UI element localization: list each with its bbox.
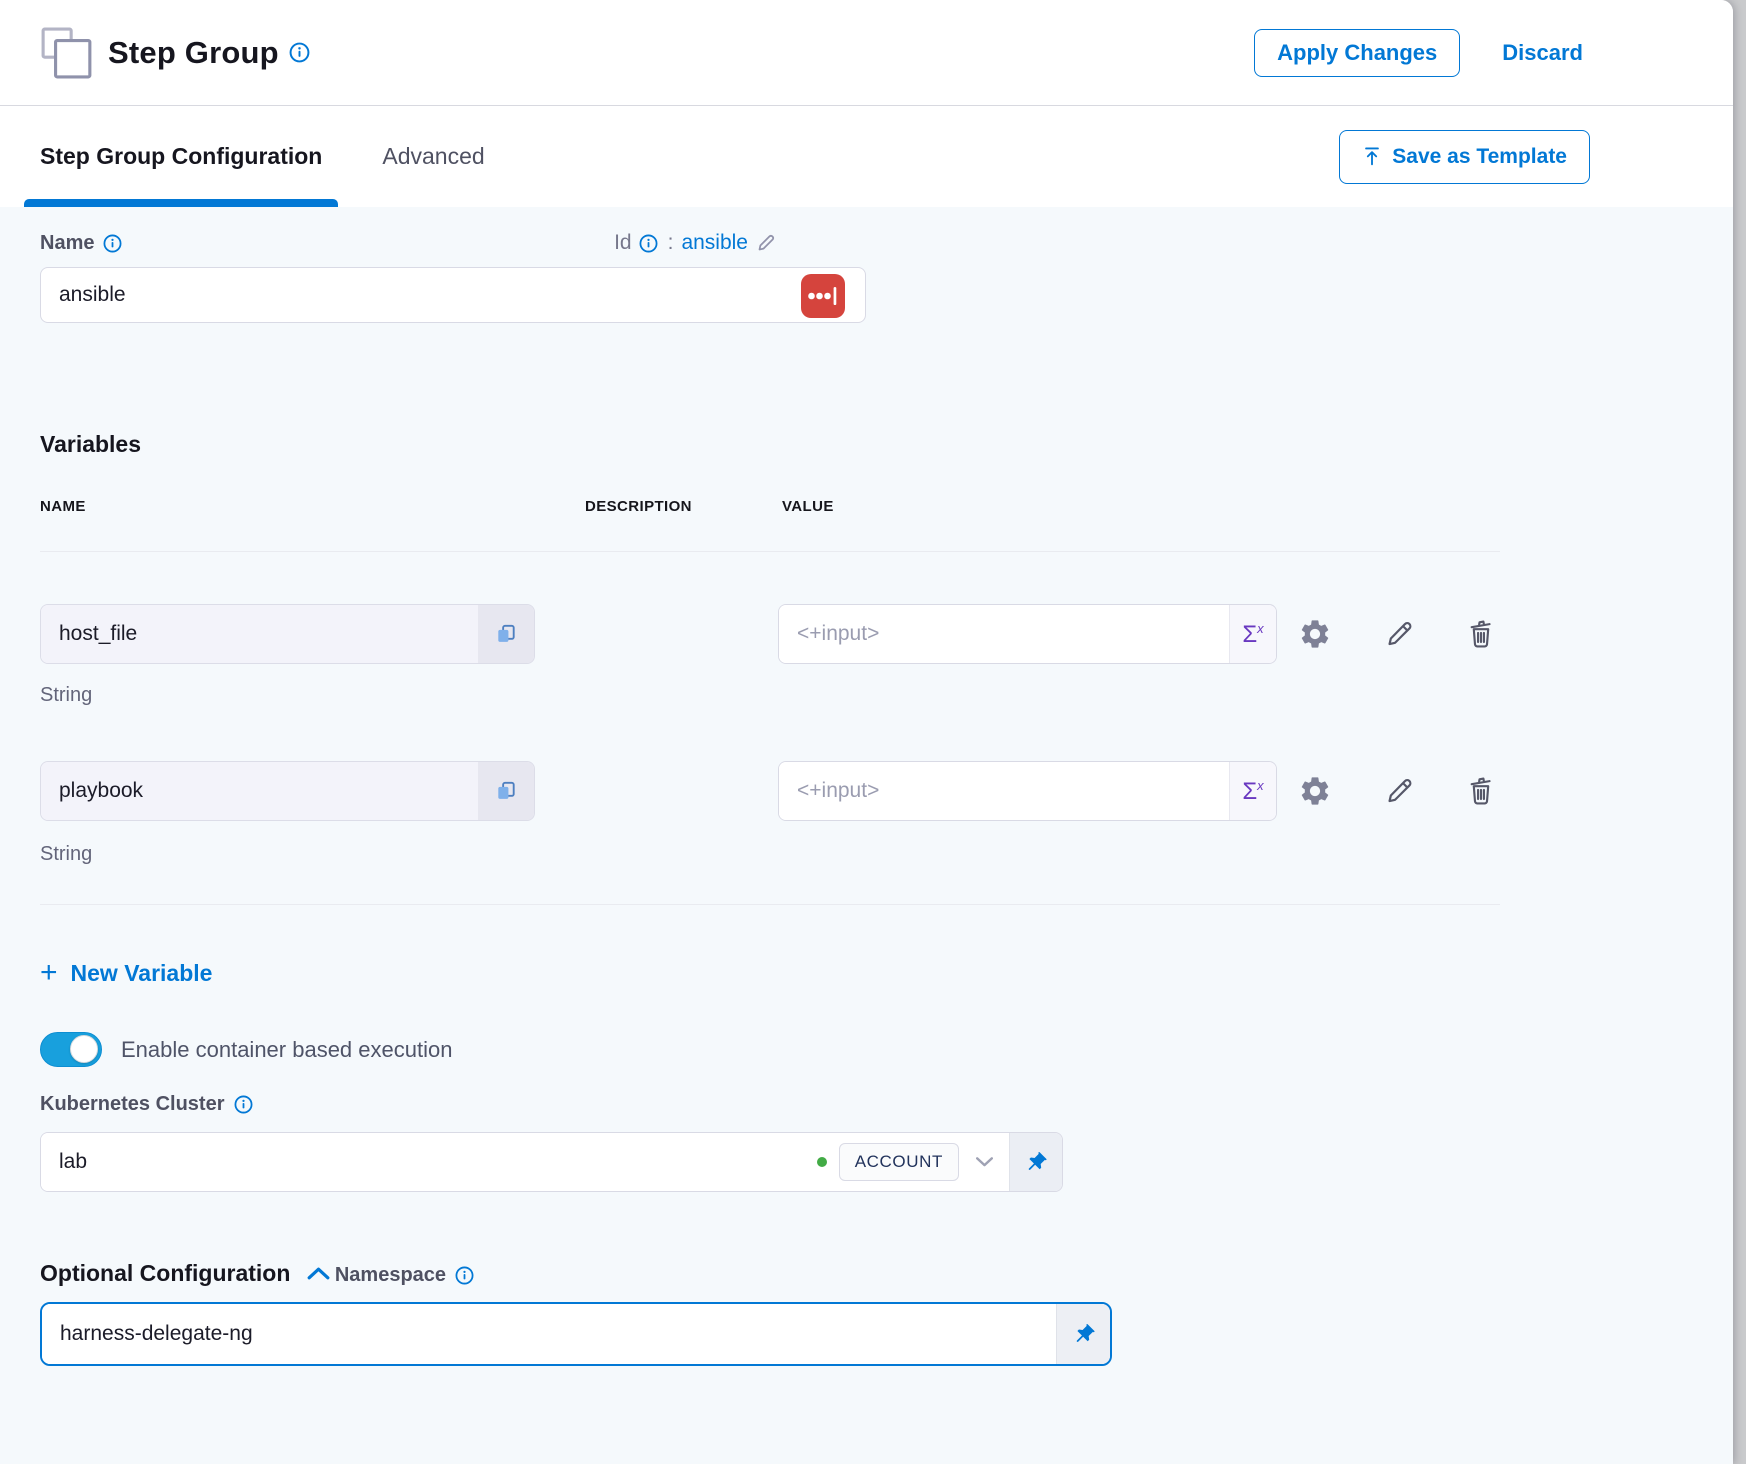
variable-value-field: Σx (778, 604, 1277, 664)
info-icon[interactable] (455, 1266, 474, 1285)
table-row: Σx (40, 761, 1500, 821)
container-execution-row: Enable container based execution (40, 1032, 1733, 1067)
column-header-description: DESCRIPTION (585, 498, 782, 515)
new-variable-label: New Variable (71, 960, 213, 987)
apply-changes-button[interactable]: Apply Changes (1254, 29, 1460, 77)
divider (40, 904, 1500, 905)
info-icon[interactable] (289, 42, 310, 63)
delete-variable-icon[interactable] (1463, 616, 1499, 652)
variable-type-label: String (40, 843, 1500, 866)
expression-icon[interactable]: Σx (1229, 605, 1276, 663)
discard-button[interactable]: Discard (1502, 40, 1583, 66)
variable-name-field (40, 761, 535, 821)
divider (40, 551, 1500, 552)
settings-icon[interactable] (1297, 773, 1333, 809)
kubernetes-cluster-input[interactable] (59, 1150, 817, 1174)
namespace-input[interactable] (42, 1304, 1056, 1364)
namespace-label-group: Namespace (335, 1264, 474, 1287)
variables-table: NAME DESCRIPTION VALUE Σx (40, 498, 1500, 905)
chevron-up-icon (307, 1267, 330, 1280)
variable-type-label: String (40, 684, 1500, 707)
optional-configuration-title: Optional Configuration (40, 1260, 290, 1287)
id-value: ansible (681, 231, 748, 255)
variables-title: Variables (40, 431, 1733, 458)
tab-step-group-configuration[interactable]: Step Group Configuration (24, 106, 338, 207)
settings-icon[interactable] (1297, 616, 1333, 652)
copy-icon[interactable] (478, 605, 534, 663)
name-label-group: Name (40, 232, 122, 255)
chevron-down-icon[interactable] (976, 1157, 993, 1167)
plus-icon: + (40, 959, 58, 987)
column-header-value: VALUE (782, 498, 834, 515)
copy-icon[interactable] (478, 762, 534, 820)
tab-label: Step Group Configuration (40, 143, 322, 170)
kubernetes-cluster-label: Kubernetes Cluster (40, 1093, 225, 1116)
save-as-template-button[interactable]: Save as Template (1339, 130, 1590, 184)
pin-icon[interactable] (1056, 1304, 1110, 1364)
expression-icon[interactable]: Σx (1229, 762, 1276, 820)
active-tab-underline (24, 199, 338, 207)
delete-variable-icon[interactable] (1463, 773, 1499, 809)
kubernetes-cluster-label-group: Kubernetes Cluster (40, 1093, 253, 1116)
variable-value-input[interactable] (779, 605, 1229, 663)
namespace-field (40, 1302, 1112, 1366)
step-group-icon (40, 26, 94, 80)
new-variable-button[interactable]: + New Variable (40, 959, 212, 987)
info-icon[interactable] (234, 1095, 253, 1114)
id-label: Id (614, 231, 632, 255)
upload-icon (1362, 146, 1382, 167)
name-label: Name (40, 232, 94, 255)
tab-bar: Step Group Configuration Advanced Save a… (0, 106, 1733, 207)
kubernetes-cluster-selector[interactable]: ACCOUNT (41, 1133, 1009, 1191)
name-input[interactable] (59, 283, 865, 307)
id-separator: : (668, 231, 674, 255)
variable-value-input[interactable] (779, 762, 1229, 820)
container-execution-label: Enable container based execution (121, 1037, 452, 1063)
page-title: Step Group (108, 35, 279, 71)
edit-id-icon[interactable] (756, 233, 776, 253)
variable-name-input[interactable] (41, 762, 478, 820)
info-icon[interactable] (639, 234, 658, 253)
save-as-template-label: Save as Template (1392, 145, 1567, 169)
edit-variable-icon[interactable] (1381, 616, 1417, 652)
password-manager-icon[interactable] (801, 274, 845, 318)
container-execution-toggle[interactable] (40, 1032, 102, 1067)
name-input-wrap (40, 267, 866, 323)
step-group-configuration-panel: Name Id : ansible (0, 207, 1733, 1464)
id-label-group: Id (614, 231, 658, 255)
drawer-header: Step Group Apply Changes Discard (0, 0, 1733, 105)
tab-advanced[interactable]: Advanced (366, 106, 500, 207)
header-actions: Apply Changes Discard (1254, 29, 1583, 77)
identifier-group: Id : ansible (614, 231, 866, 255)
connector-status-dot (817, 1157, 827, 1167)
tab-label: Advanced (382, 143, 484, 170)
variable-name-field (40, 604, 535, 664)
scope-badge: ACCOUNT (839, 1143, 959, 1181)
column-header-name: NAME (40, 498, 585, 515)
variable-value-field: Σx (778, 761, 1277, 821)
info-icon[interactable] (103, 234, 122, 253)
table-row: Σx (40, 604, 1500, 664)
optional-configuration-toggle[interactable]: Optional Configuration (40, 1260, 330, 1287)
toggle-knob (70, 1035, 98, 1063)
name-id-row: Name Id : ansible (40, 231, 866, 255)
namespace-label: Namespace (335, 1264, 446, 1287)
edit-variable-icon[interactable] (1381, 773, 1417, 809)
variables-table-header: NAME DESCRIPTION VALUE (40, 498, 1500, 515)
variable-name-input[interactable] (41, 605, 478, 663)
pin-icon[interactable] (1009, 1133, 1062, 1191)
step-group-drawer: Step Group Apply Changes Discard Step Gr… (0, 0, 1733, 1464)
kubernetes-cluster-field: ACCOUNT (40, 1132, 1063, 1192)
